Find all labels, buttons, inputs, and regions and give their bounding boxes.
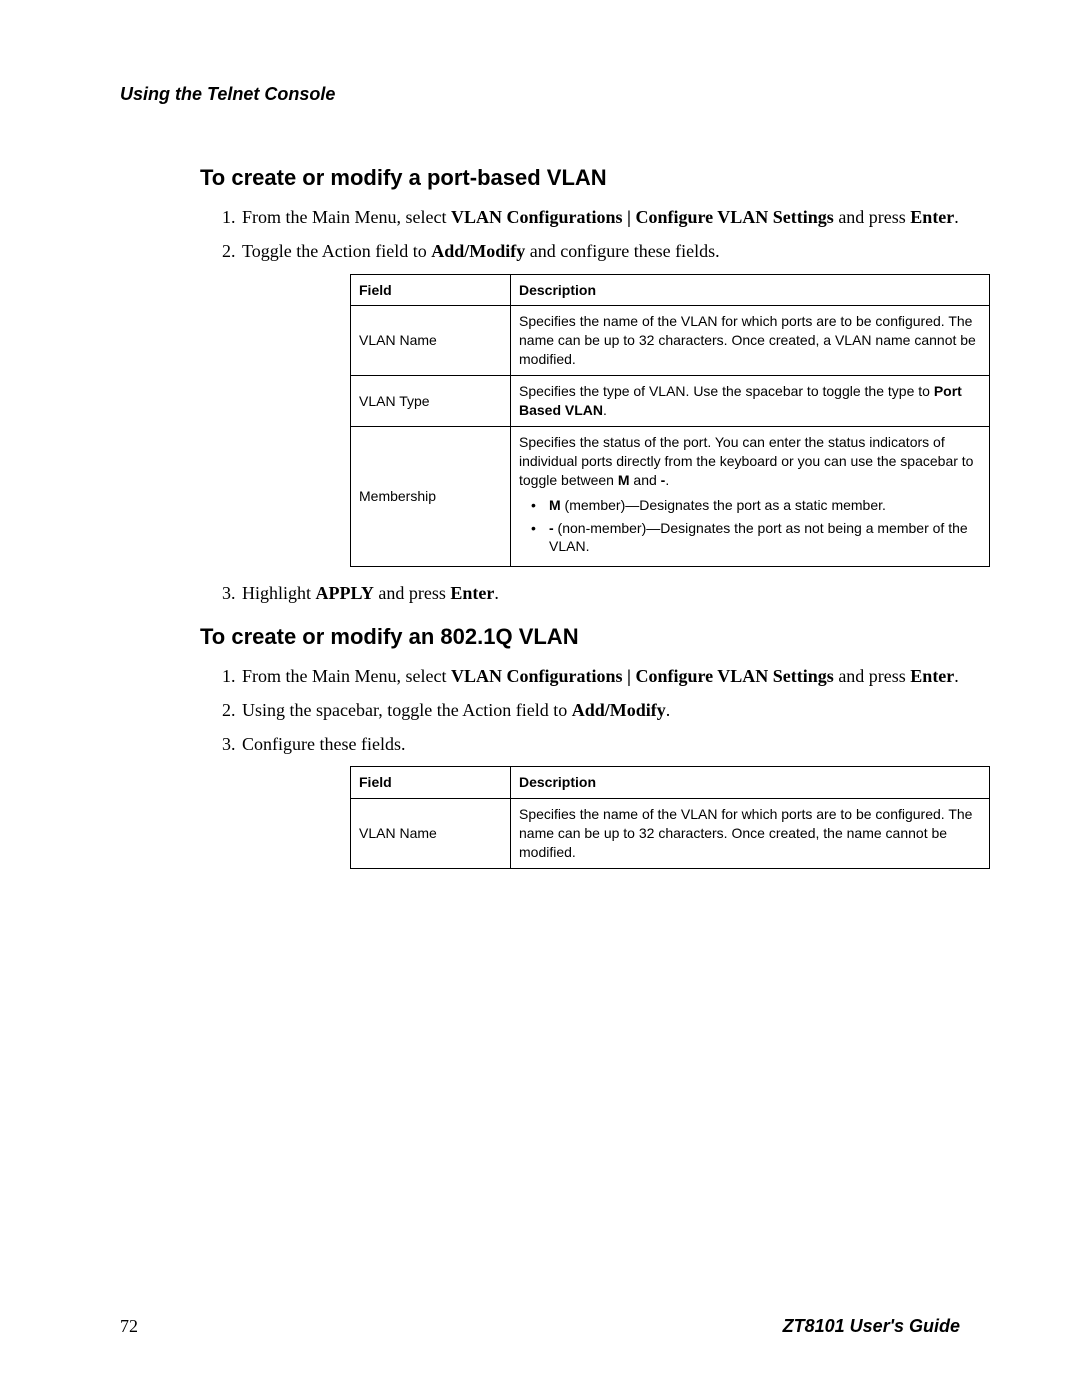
- running-head: Using the Telnet Console: [120, 84, 960, 105]
- th-field: Field: [351, 767, 511, 799]
- th-field: Field: [351, 274, 511, 306]
- step-a1-bold1: VLAN Configurations | Configure VLAN Set…: [451, 207, 834, 227]
- table-port-based: Field Description VLAN Name Specifies th…: [350, 274, 990, 568]
- cell-field-vlan-name-b: VLAN Name: [351, 799, 511, 869]
- step-a3: Highlight APPLY and press Enter.: [240, 581, 960, 605]
- step-b3-text: Configure these fields.: [242, 734, 405, 754]
- cell-desc-membership: Specifies the status of the port. You ca…: [511, 426, 990, 566]
- bullet-member: M (member)—Designates the port as a stat…: [531, 496, 981, 515]
- step-a1-bold2: Enter: [910, 207, 954, 227]
- membership-intro-b1: M: [618, 472, 630, 488]
- step-b2: Using the spacebar, toggle the Action fi…: [240, 698, 960, 722]
- vlan-type-post: .: [603, 402, 607, 418]
- heading-8021q-vlan: To create or modify an 802.1Q VLAN: [200, 624, 960, 650]
- step-a2: Toggle the Action field to Add/Modify an…: [240, 239, 960, 567]
- cell-desc-vlan-type: Specifies the type of VLAN. Use the spac…: [511, 376, 990, 427]
- steps-port-based: From the Main Menu, select VLAN Configur…: [240, 205, 960, 606]
- step-b1-bold1: VLAN Configurations | Configure VLAN Set…: [451, 666, 834, 686]
- page: Using the Telnet Console To create or mo…: [0, 0, 1080, 1397]
- table-row: VLAN Name Specifies the name of the VLAN…: [351, 799, 990, 869]
- bullet-nonmember: - (non-member)—Designates the port as no…: [531, 519, 981, 557]
- step-b1-post: .: [954, 666, 959, 686]
- cell-desc-vlan-name: Specifies the name of the VLAN for which…: [511, 306, 990, 376]
- table-row: Membership Specifies the status of the p…: [351, 426, 990, 566]
- step-a3-pre: Highlight: [242, 583, 316, 603]
- steps-8021q: From the Main Menu, select VLAN Configur…: [240, 664, 960, 869]
- step-a3-bold1: APPLY: [316, 583, 374, 603]
- th-description: Description: [511, 767, 990, 799]
- bullet-nonmember-rest: (non-member)—Designates the port as not …: [549, 520, 968, 555]
- step-a2-bold1: Add/Modify: [431, 241, 525, 261]
- guide-title: ZT8101 User's Guide: [783, 1316, 960, 1337]
- table-header-row: Field Description: [351, 274, 990, 306]
- step-a3-bold2: Enter: [450, 583, 494, 603]
- step-b2-pre: Using the spacebar, toggle the Action fi…: [242, 700, 572, 720]
- vlan-type-pre: Specifies the type of VLAN. Use the spac…: [519, 383, 934, 399]
- step-a2-post: and configure these fields.: [525, 241, 719, 261]
- membership-intro-pre: Specifies the status of the port. You ca…: [519, 434, 973, 488]
- page-number: 72: [120, 1316, 138, 1337]
- step-a1-mid: and press: [834, 207, 910, 227]
- cell-field-vlan-name: VLAN Name: [351, 306, 511, 376]
- step-b1-bold2: Enter: [910, 666, 954, 686]
- step-b1-mid: and press: [834, 666, 910, 686]
- step-a2-pre: Toggle the Action field to: [242, 241, 431, 261]
- step-b3: Configure these fields. Field Descriptio…: [240, 732, 960, 869]
- footer: 72 ZT8101 User's Guide: [120, 1316, 960, 1337]
- bullet-member-rest: (member)—Designates the port as a static…: [561, 497, 886, 513]
- step-b2-bold1: Add/Modify: [572, 700, 666, 720]
- table-header-row: Field Description: [351, 767, 990, 799]
- bullet-member-bold: M: [549, 497, 561, 513]
- step-b1-pre: From the Main Menu, select: [242, 666, 451, 686]
- heading-port-based-vlan: To create or modify a port-based VLAN: [200, 165, 960, 191]
- membership-intro-mid: and: [630, 472, 661, 488]
- step-a1-post: .: [954, 207, 959, 227]
- membership-intro-post: .: [665, 472, 669, 488]
- step-a1-pre: From the Main Menu, select: [242, 207, 451, 227]
- step-a3-mid: and press: [374, 583, 450, 603]
- table-row: VLAN Name Specifies the name of the VLAN…: [351, 306, 990, 376]
- step-a3-post: .: [494, 583, 499, 603]
- step-b1: From the Main Menu, select VLAN Configur…: [240, 664, 960, 688]
- th-description: Description: [511, 274, 990, 306]
- table-8021q: Field Description VLAN Name Specifies th…: [350, 766, 990, 869]
- cell-field-membership: Membership: [351, 426, 511, 566]
- step-a1: From the Main Menu, select VLAN Configur…: [240, 205, 960, 229]
- cell-field-vlan-type: VLAN Type: [351, 376, 511, 427]
- membership-bullets: M (member)—Designates the port as a stat…: [531, 496, 981, 557]
- table-row: VLAN Type Specifies the type of VLAN. Us…: [351, 376, 990, 427]
- cell-desc-vlan-name-b: Specifies the name of the VLAN for which…: [511, 799, 990, 869]
- step-b2-post: .: [666, 700, 671, 720]
